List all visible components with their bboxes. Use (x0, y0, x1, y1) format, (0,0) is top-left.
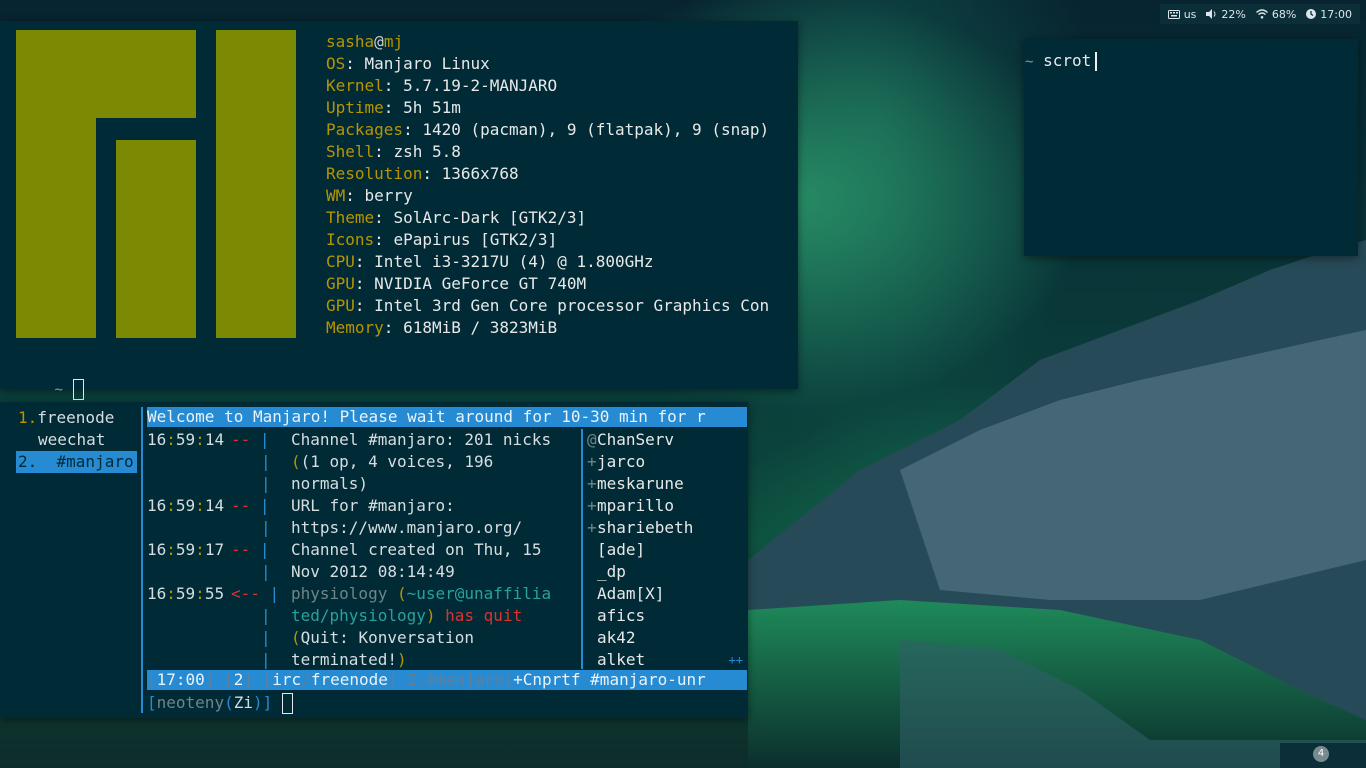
nick-item[interactable]: [ade] (587, 539, 747, 561)
nick-item[interactable]: Adam[X] (587, 583, 747, 605)
keyboard-icon (1167, 9, 1180, 19)
irc-input-line[interactable]: [neoteny(Zi)] (147, 692, 293, 714)
chat-line: 16:59:55 <-- | physiology (~user@unaffilia (147, 584, 552, 603)
weechat-terminal-window[interactable]: 1.freenode weechat 2. #manjaro Welcome t… (0, 402, 748, 718)
info-row: CPU: Intel i3-3217U (4) @ 1.800GHz (326, 252, 654, 271)
nick-item[interactable]: +meskarune (587, 473, 747, 495)
chat-line: | https://www.manjaro.org/ (261, 518, 523, 537)
chat-line: | ted/physiology) has quit (261, 606, 523, 625)
info-row: GPU: Intel 3rd Gen Core processor Graphi… (326, 296, 770, 315)
text-cursor (72, 379, 84, 400)
clock[interactable]: 17:00 (1306, 8, 1352, 21)
buffer-item-manjaro[interactable]: 2. #manjaro (16, 451, 137, 473)
volume-label: 22% (1221, 7, 1246, 21)
buffer-list: 1.freenode weechat 2. #manjaro (16, 407, 137, 473)
nick-item[interactable]: afics (587, 605, 747, 627)
status-server: freenode (310, 670, 388, 689)
wifi-label: 68% (1271, 7, 1297, 21)
chat-line: 16:59:17 -- | Channel created on Thu, 15 (147, 540, 542, 559)
wifi-icon (1255, 9, 1268, 19)
channel-topic: Welcome to Manjaro! Please wait around f… (147, 407, 747, 427)
text-cursor (281, 693, 293, 714)
info-row: Shell: zsh 5.8 (326, 142, 461, 161)
chat-line: 16:59:14 -- | URL for #manjaro: (147, 496, 455, 515)
clock-icon (1306, 9, 1317, 19)
chat-line: | (Quit: Konversation (261, 628, 475, 647)
status-time: 17:00 (156, 670, 205, 689)
weechat-status-bar: [17:00] [2] [irc/freenode] 2:#manjaro(+C… (147, 670, 747, 690)
shell-prompt[interactable]: ~ scrot (1025, 51, 1098, 71)
nicklist-more-indicator: ++ (728, 653, 743, 667)
status-modes: +Cnprtf #manjaro-unr (513, 670, 706, 689)
workspace-indicator[interactable]: 4 (1280, 743, 1366, 768)
chat-line: | terminated!) (261, 650, 407, 669)
info-row: Icons: ePapirus [GTK2/3] (326, 230, 558, 249)
keyboard-layout[interactable]: us (1167, 7, 1197, 21)
status-channel: 2:#manjaro (407, 670, 504, 689)
chat-area: 16:59:14 -- | Channel #manjaro: 201 nicks … (147, 429, 581, 671)
neofetch-terminal-window[interactable]: sasha@mj OS: Manjaro Linux Kernel: 5.7.1… (0, 21, 798, 400)
clock-time: 17:00 (1320, 7, 1352, 21)
nick-item[interactable]: alket ++ (587, 649, 747, 671)
nicklist-separator (581, 429, 583, 669)
command-text: scrot (1043, 51, 1092, 70)
volume-indicator[interactable]: 22% (1206, 7, 1246, 21)
system-info: sasha@mj OS: Manjaro Linux Kernel: 5.7.1… (326, 31, 769, 339)
buffer-separator (141, 407, 143, 713)
workspace-number: 4 (1313, 746, 1329, 762)
buffer-item-freenode[interactable]: 1.freenode (16, 407, 137, 429)
nick-item[interactable]: +jarco (587, 451, 747, 473)
info-row: Resolution: 1366x768 (326, 164, 519, 183)
info-row: Packages: 1420 (pacman), 9 (flatpak), 9 … (326, 120, 770, 139)
buffer-item-weechat[interactable]: weechat (16, 429, 137, 451)
info-row: OS: Manjaro Linux (326, 54, 490, 73)
status-server-type: irc (272, 670, 302, 689)
nick-item[interactable]: ak42 (587, 627, 747, 649)
chat-line: | Nov 2012 08:14:49 (261, 562, 455, 581)
info-row: Uptime: 5h 51m (326, 98, 461, 117)
chat-line: | normals) (261, 474, 369, 493)
speaker-icon (1206, 9, 1217, 19)
info-row: GPU: NVIDIA GeForce GT 740M (326, 274, 587, 293)
wifi-indicator[interactable]: 68% (1255, 7, 1297, 21)
status-buffer-number: 2 (233, 670, 244, 689)
text-cursor (1095, 52, 1098, 71)
info-row: Theme: SolArc-Dark [GTK2/3] (326, 208, 587, 227)
nick-list: @ChanServ +jarco +meskarune +mparillo +s… (587, 429, 747, 671)
status-bar: us 22% 68% 17:00 (1159, 4, 1360, 24)
keyboard-layout-label: us (1183, 7, 1197, 21)
scrot-terminal-window[interactable]: ~ scrot (1024, 39, 1358, 256)
nick-item[interactable]: @ChanServ (587, 429, 747, 451)
info-row: Memory: 618MiB / 3823MiB (326, 318, 558, 337)
chat-line: 16:59:14 -- | Channel #manjaro: 201 nicks (147, 430, 552, 449)
channel-url-link[interactable]: https://www.manjaro.org/ (291, 518, 522, 537)
user-host: sasha@mj (326, 32, 404, 51)
info-row: WM: berry (326, 186, 413, 205)
nick-item[interactable]: +shariebeth (587, 517, 747, 539)
nick-item[interactable]: _dp (587, 561, 747, 583)
chat-line: | ((1 op, 4 voices, 196 (261, 452, 494, 471)
info-row: Kernel: 5.7.19-2-MANJARO (326, 76, 558, 95)
nick-item[interactable]: +mparillo (587, 495, 747, 517)
